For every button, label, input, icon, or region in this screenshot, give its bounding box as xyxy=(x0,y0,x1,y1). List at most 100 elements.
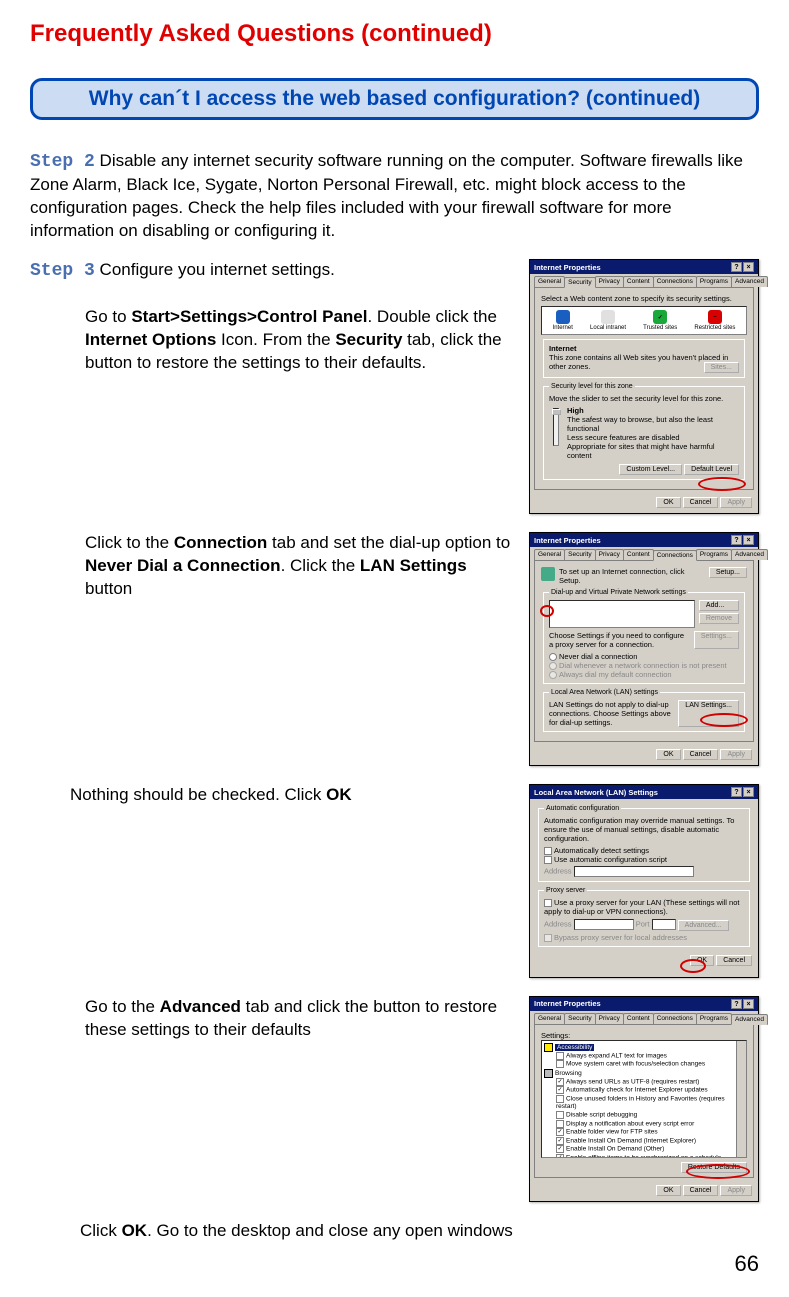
dialog-body: Settings: Accessibility Always expand AL… xyxy=(534,1024,754,1178)
auto-script-checkbox[interactable] xyxy=(544,856,552,864)
add-button[interactable]: Add... xyxy=(699,600,739,611)
advanced-listbox[interactable]: Accessibility Always expand ALT text for… xyxy=(541,1040,747,1158)
apply-button[interactable]: Apply xyxy=(720,1185,752,1196)
radio-when-label: Dial whenever a network connection is no… xyxy=(559,661,727,670)
ok-button[interactable]: OK xyxy=(656,749,680,760)
dialog-security: Internet Properties ?× General Security … xyxy=(529,259,759,514)
dialog-buttons: OK Cancel Apply xyxy=(530,746,758,765)
apply-button[interactable]: Apply xyxy=(720,497,752,508)
radio-never[interactable] xyxy=(549,653,557,661)
sites-button[interactable]: Sites... xyxy=(704,362,739,373)
tab-programs[interactable]: Programs xyxy=(696,276,732,287)
list-item-checkbox[interactable] xyxy=(556,1120,564,1128)
list-item-checkbox[interactable]: ✓ xyxy=(556,1137,564,1145)
tab-content[interactable]: Content xyxy=(623,549,654,560)
setup-button[interactable]: Setup... xyxy=(709,567,747,578)
settings-button[interactable]: Settings... xyxy=(694,631,739,649)
lan-settings-button[interactable]: LAN Settings... xyxy=(678,700,739,727)
tab-connections[interactable]: Connections xyxy=(653,276,697,287)
help-icon[interactable]: ? xyxy=(731,999,742,1009)
list-item-checkbox[interactable]: ✓ xyxy=(556,1145,564,1153)
tab-advanced[interactable]: Advanced xyxy=(731,1014,768,1025)
list-item-checkbox[interactable] xyxy=(556,1095,564,1103)
proxy-checkbox[interactable] xyxy=(544,899,552,907)
list-item-checkbox[interactable]: ✓ xyxy=(556,1128,564,1136)
tab-content[interactable]: Content xyxy=(623,1013,654,1024)
sub1-bold2: Internet Options xyxy=(85,330,216,349)
custom-level-button[interactable]: Custom Level... xyxy=(619,464,682,475)
tab-privacy[interactable]: Privacy xyxy=(595,276,624,287)
list-item-checkbox[interactable] xyxy=(556,1111,564,1119)
tab-advanced[interactable]: Advanced xyxy=(731,549,768,560)
restore-defaults-button[interactable]: Restore Defaults xyxy=(681,1162,747,1173)
close-icon[interactable]: × xyxy=(743,535,754,545)
tab-privacy[interactable]: Privacy xyxy=(595,549,624,560)
ok-button[interactable]: OK xyxy=(690,955,714,966)
tab-general[interactable]: General xyxy=(534,276,565,287)
cancel-button[interactable]: Cancel xyxy=(683,1185,719,1196)
zone-trusted[interactable]: ✓Trusted sites xyxy=(643,310,677,331)
sub4-row: Go to the Advanced tab and click the but… xyxy=(30,996,759,1202)
sub2-bold2: Never Dial a Connection xyxy=(85,556,281,575)
auto-config-text: Automatic configuration may override man… xyxy=(544,816,744,843)
sub4-bold1: Advanced xyxy=(160,997,241,1016)
proxy-address-input[interactable] xyxy=(574,919,634,930)
tab-connections[interactable]: Connections xyxy=(653,1013,697,1024)
proxy-advanced-button[interactable]: Advanced... xyxy=(678,920,729,931)
list-item-checkbox[interactable] xyxy=(556,1052,564,1060)
help-icon[interactable]: ? xyxy=(731,535,742,545)
sub2-pre: Click to the xyxy=(85,533,174,552)
tab-programs[interactable]: Programs xyxy=(696,549,732,560)
security-slider[interactable] xyxy=(553,408,559,446)
tab-security[interactable]: Security xyxy=(564,549,595,560)
tab-security[interactable]: Security xyxy=(564,1013,595,1024)
zone-restricted[interactable]: –Restricted sites xyxy=(694,310,735,331)
sub1-pre: Go to xyxy=(85,307,131,326)
dialog-body: To set up an Internet connection, click … xyxy=(534,560,754,742)
cat-accessibility: Accessibility xyxy=(555,1044,594,1051)
list-item-checkbox[interactable]: ✓ xyxy=(556,1154,564,1158)
window-controls: ?× xyxy=(730,262,754,272)
list-item-checkbox[interactable]: ✓ xyxy=(556,1086,564,1094)
tab-general[interactable]: General xyxy=(534,549,565,560)
bypass-checkbox[interactable] xyxy=(544,934,552,942)
tab-advanced[interactable]: Advanced xyxy=(731,276,768,287)
radio-always-label: Always dial my default connection xyxy=(559,670,672,679)
sub2-row: Click to the Connection tab and set the … xyxy=(30,532,759,766)
address-input[interactable] xyxy=(574,866,694,877)
apply-button[interactable]: Apply xyxy=(720,749,752,760)
help-icon[interactable]: ? xyxy=(731,787,742,797)
close-icon[interactable]: × xyxy=(743,999,754,1009)
scrollbar[interactable] xyxy=(736,1041,746,1157)
zone-local[interactable]: Local intranet xyxy=(590,310,626,331)
list-item-checkbox[interactable]: ✓ xyxy=(556,1078,564,1086)
dialog-title: Internet Properties xyxy=(534,536,601,545)
lan-legend: Local Area Network (LAN) settings xyxy=(549,689,660,696)
tab-programs[interactable]: Programs xyxy=(696,1013,732,1024)
cancel-button[interactable]: Cancel xyxy=(683,497,719,508)
list-item: Display a notification about every scrip… xyxy=(566,1120,694,1127)
help-icon[interactable]: ? xyxy=(731,262,742,272)
zone-local-label: Local intranet xyxy=(590,325,626,331)
zone-internet[interactable]: Internet xyxy=(553,310,573,331)
proxy-port-input[interactable] xyxy=(652,919,676,930)
auto-detect-checkbox[interactable] xyxy=(544,847,552,855)
radio-when[interactable] xyxy=(549,662,557,670)
list-item-checkbox[interactable] xyxy=(556,1060,564,1068)
tab-privacy[interactable]: Privacy xyxy=(595,1013,624,1024)
radio-always[interactable] xyxy=(549,671,557,679)
ok-button[interactable]: OK xyxy=(656,497,680,508)
close-icon[interactable]: × xyxy=(743,787,754,797)
tab-general[interactable]: General xyxy=(534,1013,565,1024)
default-level-button[interactable]: Default Level xyxy=(684,464,739,475)
tab-connections[interactable]: Connections xyxy=(653,550,697,561)
dialup-listbox[interactable] xyxy=(549,600,695,628)
ok-button[interactable]: OK xyxy=(656,1185,680,1196)
remove-button[interactable]: Remove xyxy=(699,613,739,624)
sub2-bold1: Connection xyxy=(174,533,268,552)
tab-security[interactable]: Security xyxy=(564,277,595,288)
cancel-button[interactable]: Cancel xyxy=(716,955,752,966)
close-icon[interactable]: × xyxy=(743,262,754,272)
tab-content[interactable]: Content xyxy=(623,276,654,287)
cancel-button[interactable]: Cancel xyxy=(683,749,719,760)
